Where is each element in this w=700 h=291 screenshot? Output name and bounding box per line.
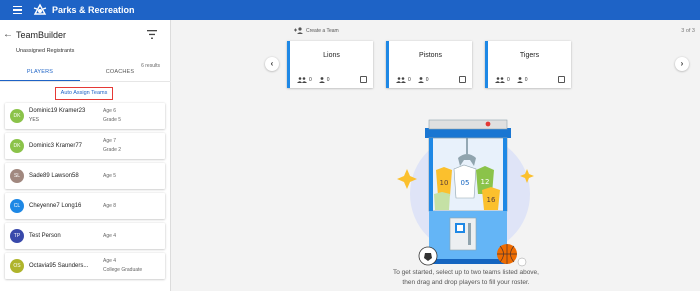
registrant-name: Octavia95 Saunders...	[29, 263, 89, 269]
team-name: Tigers	[519, 52, 540, 59]
sidebar-title: TeamBuilder	[16, 30, 67, 40]
registrant-grade: Grade 5	[103, 117, 122, 123]
avatar: TP	[10, 229, 24, 243]
registrant-name: Test Person	[29, 233, 61, 239]
claw-machine-illustration: 10 05 12 16	[397, 119, 534, 267]
create-team-label: Create a Team	[306, 27, 339, 34]
svg-text:10: 10	[440, 179, 449, 187]
main-area: Create a Team 3 of 3 ‹ › Lions 0 0 Pisto…	[172, 20, 700, 291]
tab-coaches[interactable]: COACHES	[80, 67, 160, 81]
filter-icon[interactable]	[147, 30, 157, 39]
registrant-card[interactable]: SL Sade89 Lawson58 Age 5	[5, 163, 165, 189]
parks-logo-icon[interactable]	[32, 2, 48, 18]
registrant-list: DK Dominic19 Kramer23 YES Age 6 Grade 5 …	[5, 103, 165, 283]
avatar: DK	[10, 109, 24, 123]
registrant-age: Age 8	[103, 203, 117, 209]
registrant-card[interactable]: TP Test Person Age 4	[5, 223, 165, 249]
players-icon	[396, 77, 406, 83]
players-icon	[495, 77, 505, 83]
registrant-card[interactable]: DK Dominic3 Kramer77 Age 7 Grade 2	[5, 133, 165, 159]
registrant-grade: College Graduate	[103, 267, 143, 273]
auto-assign-teams-button[interactable]: Auto Assign Teams	[55, 87, 113, 100]
player-count: 0	[507, 77, 510, 83]
players-icon	[297, 77, 307, 83]
registrant-note: YES	[29, 117, 40, 123]
empty-state-help-text: To get started, select up to two teams l…	[350, 268, 582, 288]
team-name: Lions	[323, 52, 340, 59]
registrant-card[interactable]: OS Octavia95 Saunders... Age 4 College G…	[5, 253, 165, 279]
sidebar: ← TeamBuilder Unassigned Registrants 6 r…	[0, 20, 171, 291]
team-name: Pistons	[419, 52, 442, 59]
team-card-tigers[interactable]: Tigers 0 0	[485, 41, 571, 88]
menu-icon[interactable]	[6, 0, 28, 20]
player-count: 0	[408, 77, 411, 83]
registrant-age: Age 4	[103, 233, 117, 239]
basketball-icon	[497, 244, 517, 264]
chevron-right-icon[interactable]: ›	[675, 57, 689, 71]
registrant-age: Age 6	[103, 108, 117, 114]
registrant-name: Dominic19 Kramer23	[29, 108, 86, 114]
team-select-checkbox[interactable]	[360, 76, 367, 83]
team-select-checkbox[interactable]	[558, 76, 565, 83]
coach-icon	[516, 77, 523, 83]
sidebar-header: ← TeamBuilder	[0, 28, 171, 42]
avatar: OS	[10, 259, 24, 273]
help-line-1: To get started, select up to two teams l…	[393, 269, 539, 276]
team-pager: 3 of 3	[681, 28, 695, 34]
coach-icon	[318, 77, 325, 83]
registrant-age: Age 7	[103, 138, 117, 144]
svg-text:05: 05	[461, 179, 470, 187]
team-stats: 0 0	[495, 77, 528, 83]
registrant-card[interactable]: DK Dominic19 Kramer23 YES Age 6 Grade 5	[5, 103, 165, 129]
coach-count: 0	[425, 77, 429, 83]
registrant-tabs: PLAYERS COACHES	[0, 67, 160, 81]
registrant-age: Age 4	[103, 258, 117, 264]
app-bar: Parks & Recreation	[0, 0, 700, 20]
coach-icon	[417, 77, 424, 83]
coach-count: 0	[326, 77, 330, 83]
coach-count: 0	[524, 77, 528, 83]
registrant-grade: Grade 2	[103, 147, 122, 153]
avatar: DK	[10, 139, 24, 153]
registrant-age: Age 5	[103, 173, 117, 179]
team-stats: 0 0	[297, 77, 330, 83]
soccer-ball-icon	[418, 246, 438, 266]
create-team-button[interactable]: Create a Team	[294, 27, 339, 34]
team-card-pistons[interactable]: Pistons 0 0	[386, 41, 472, 88]
team-select-checkbox[interactable]	[459, 76, 466, 83]
svg-text:16: 16	[487, 196, 496, 204]
player-count: 0	[309, 77, 312, 83]
baseball-icon	[517, 257, 527, 267]
add-team-icon	[294, 27, 303, 34]
app-title[interactable]: Parks & Recreation	[52, 5, 135, 15]
registrant-name: Sade89 Lawson58	[29, 173, 79, 179]
back-arrow-icon[interactable]: ←	[3, 30, 13, 40]
unassigned-label: Unassigned Registrants	[16, 48, 75, 54]
avatar: SL	[10, 169, 24, 183]
svg-text:12: 12	[481, 178, 490, 186]
tab-players[interactable]: PLAYERS	[0, 67, 80, 81]
registrant-name: Dominic3 Kramer77	[29, 143, 83, 149]
registrant-card[interactable]: CL Cheyenne7 Long16 Age 8	[5, 193, 165, 219]
tabs-divider	[0, 81, 171, 82]
team-card-lions[interactable]: Lions 0 0	[287, 41, 373, 88]
chevron-left-icon[interactable]: ‹	[265, 57, 279, 71]
avatar: CL	[10, 199, 24, 213]
registrant-name: Cheyenne7 Long16	[29, 203, 82, 209]
help-line-2: then drag and drop players to fill your …	[402, 279, 530, 286]
team-stats: 0 0	[396, 77, 429, 83]
